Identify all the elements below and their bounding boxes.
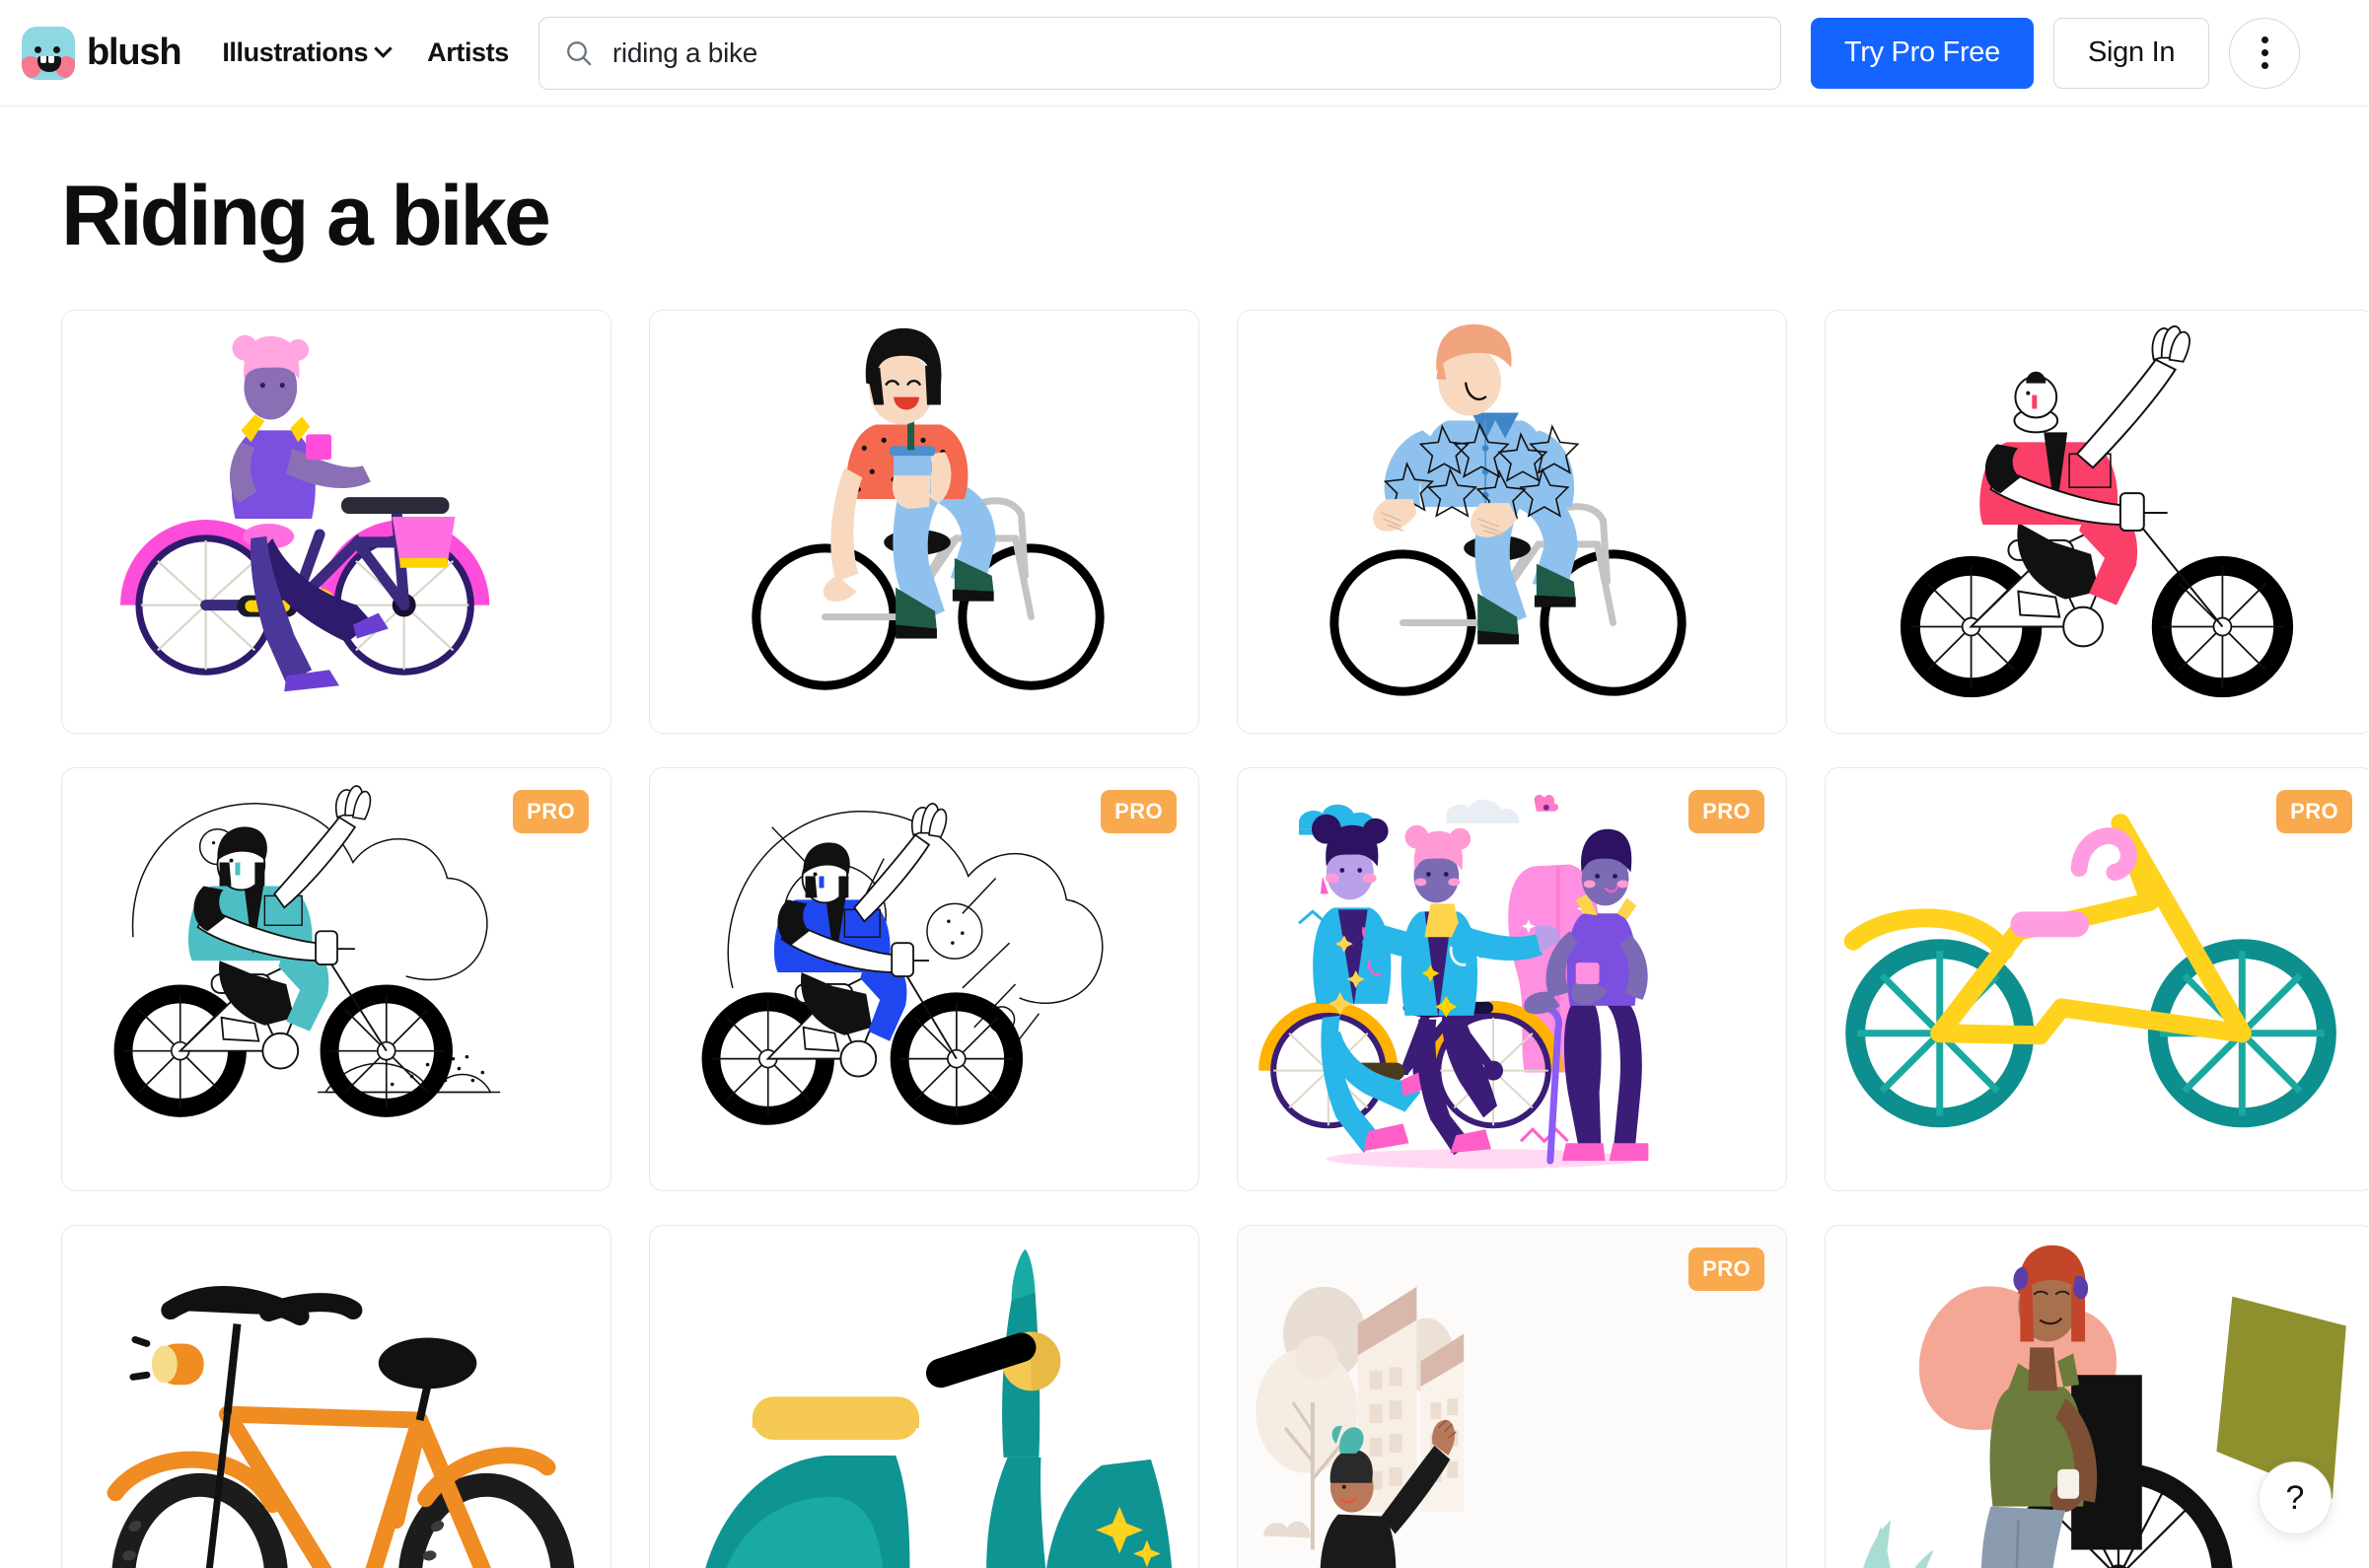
- search-icon: [566, 40, 592, 65]
- search-bar[interactable]: [538, 16, 1781, 90]
- logo-mouth: [37, 55, 61, 72]
- illustration-person-in-star-shirt-on-bicycle: [1329, 323, 1687, 696]
- more-vertical-icon-dot: [2261, 36, 2268, 43]
- logo-tooth-left: [40, 55, 46, 63]
- page-title: Riding a bike: [61, 169, 551, 263]
- more-vertical-icon-dot: [2261, 62, 2268, 69]
- nav-item-artists-label: Artists: [427, 37, 509, 67]
- illustration-card-orange-vintage-bicycle[interactable]: [61, 1225, 611, 1568]
- blush-monster-logo-icon: [22, 26, 75, 80]
- nav-item-artists[interactable]: Artists: [427, 37, 509, 68]
- pro-badge: PRO: [513, 790, 589, 833]
- sign-in-button[interactable]: Sign In: [2052, 17, 2210, 89]
- illustration-woman-with-pink-hair-on-purple-bike: [120, 334, 490, 692]
- logo-eye-left: [35, 45, 41, 53]
- illustration-card-person-in-star-shirt-on-bicycle[interactable]: [1237, 310, 1787, 734]
- help-button[interactable]: ?: [2259, 1461, 2332, 1534]
- illustration-orange-vintage-bicycle: [107, 1286, 575, 1568]
- illustration-card-person-waving-in-city[interactable]: PRO: [1237, 1225, 1787, 1568]
- logo-tooth-right: [48, 55, 54, 63]
- app-header: blush Illustrations Artists Try Pro Free…: [0, 0, 2369, 107]
- illustration-card-person-with-drink-on-bicycle[interactable]: [649, 310, 1199, 734]
- pro-badge: PRO: [1101, 790, 1177, 833]
- search-input[interactable]: [611, 36, 1757, 69]
- illustration-card-person-waving-blue-outline-bike[interactable]: PRO: [649, 767, 1199, 1191]
- pro-badge: PRO: [1688, 1247, 1764, 1291]
- illustration-card-yellow-teal-bicycle-icon[interactable]: PRO: [1825, 767, 2369, 1191]
- illustration-card-teal-scooter[interactable]: [649, 1225, 1199, 1568]
- illustration-person-with-drink-on-bicycle: [752, 327, 1105, 690]
- nav-item-illustrations-label: Illustrations: [222, 37, 369, 67]
- try-pro-free-button[interactable]: Try Pro Free: [1810, 17, 2034, 89]
- illustration-card-person-waving-on-pink-bike[interactable]: [1825, 310, 2369, 734]
- illustration-card-three-friends-with-bicycle[interactable]: PRO: [1237, 767, 1787, 1191]
- illustration-grid: PRO PRO PRO PRO PRO: [61, 310, 2369, 1568]
- brand-logo-link[interactable]: blush: [22, 26, 182, 80]
- pro-badge: PRO: [1688, 790, 1764, 833]
- question-mark-icon: ?: [2285, 1478, 2305, 1517]
- pro-badge: PRO: [2276, 790, 2352, 833]
- more-options-button[interactable]: [2229, 17, 2301, 89]
- illustration-person-waving-on-pink-bike: [1900, 325, 2294, 698]
- brand-name: blush: [87, 32, 182, 73]
- illustration-card-person-waving-teal-outline-bike[interactable]: PRO: [61, 767, 611, 1191]
- nav-item-illustrations[interactable]: Illustrations: [222, 37, 393, 68]
- more-vertical-icon-dot: [2261, 49, 2268, 56]
- illustration-teal-scooter: [705, 1248, 1173, 1568]
- illustration-card-woman-with-pink-hair-on-purple-bike[interactable]: [61, 310, 611, 734]
- chevron-down-icon: [374, 39, 393, 58]
- header-actions: Try Pro Free Sign In: [1810, 17, 2301, 89]
- logo-eye-right: [53, 45, 60, 53]
